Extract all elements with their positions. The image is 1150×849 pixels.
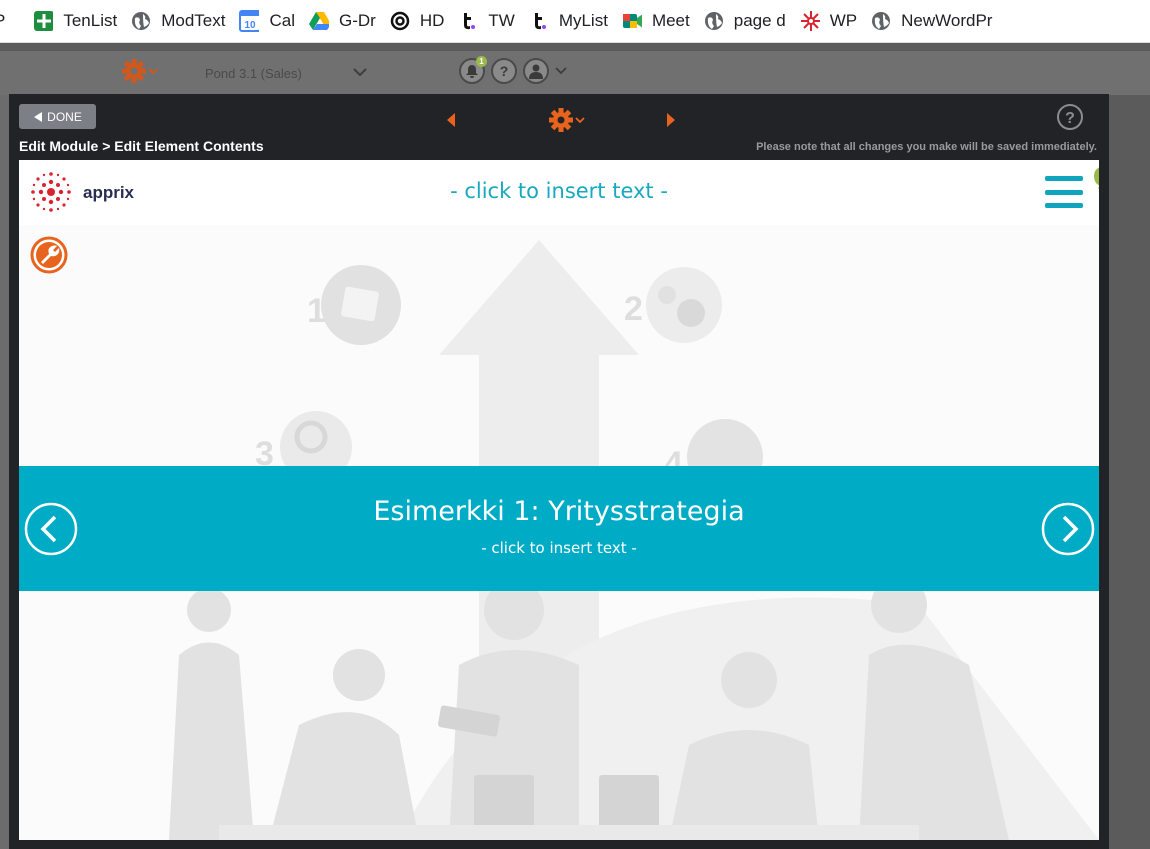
autosave-note: Please note that all changes you make wi… (756, 141, 1097, 153)
editor-help-button[interactable]: ? (1056, 103, 1084, 136)
bookmark-p[interactable]: P (0, 11, 5, 31)
snowflake-icon (800, 11, 820, 31)
add-element-bubble-icon[interactable] (1090, 163, 1099, 193)
bookmark-page-d[interactable]: page d (704, 11, 786, 31)
bookmark-label: Meet (651, 11, 690, 30)
bookmark-label: ModText (161, 11, 226, 30)
wrench-edit-icon[interactable] (29, 235, 69, 275)
header-text-placeholder[interactable]: - click to insert text - (19, 179, 1099, 203)
user-menu-button[interactable] (523, 58, 549, 84)
bookmark-label: MyList (558, 11, 608, 30)
gear-icon[interactable] (548, 106, 592, 134)
bookmark-meet[interactable]: Meet (622, 11, 690, 31)
hamburger-line (1045, 189, 1083, 195)
bookmark-label: TW (488, 11, 515, 30)
calendar-icon: 10 (239, 10, 260, 32)
t-icon (529, 11, 549, 31)
chevron-right-icon (1062, 515, 1079, 543)
notification-badge: 1 (476, 56, 487, 67)
slide-title[interactable]: Esimerkki 1: Yritysstrategia (19, 496, 1099, 527)
background-page-right (1109, 95, 1150, 849)
bookmark-modtext[interactable]: ModText (131, 11, 225, 31)
svg-text:2: 2 (624, 290, 643, 328)
meet-icon (622, 11, 642, 31)
bookmark-label: Cal (269, 11, 295, 30)
bookmark-label: P (0, 11, 5, 31)
bookmark-label: G-Dr (338, 11, 376, 30)
bookmark-label: HD (419, 11, 445, 30)
chevron-down-icon (575, 117, 585, 124)
help-icon: ? (1057, 104, 1083, 130)
slide-previous-button[interactable] (24, 502, 78, 556)
bookmark-tenlist[interactable]: TenList (33, 11, 117, 31)
google-drive-icon (308, 11, 329, 31)
edit-element-modal: DONE Edit Module > Edit Element Contents… (9, 94, 1109, 849)
chevron-left-icon (40, 515, 57, 543)
bookmark-cal[interactable]: 10 Cal (239, 10, 295, 32)
calendar-icon-text: 10 (245, 20, 257, 31)
bookmark-mylist[interactable]: MyList (529, 11, 608, 31)
help-icon: ? (499, 63, 509, 79)
slide-next-button[interactable] (1041, 502, 1095, 556)
globe-icon (131, 11, 151, 31)
bookmark-label: WP (829, 11, 858, 30)
triangle-left-icon (34, 111, 43, 122)
bookmark-label: TenList (63, 11, 118, 30)
done-button[interactable]: DONE (19, 104, 96, 129)
gear-menu[interactable] (120, 57, 160, 90)
hamburger-line (1045, 176, 1083, 181)
bookmark-hd[interactable]: HD (390, 11, 445, 31)
hamburger-menu-button[interactable] (1045, 176, 1083, 208)
t-icon (458, 11, 478, 31)
green-plus-icon (33, 11, 54, 31)
breadcrumb: Edit Module > Edit Element Contents (19, 138, 264, 154)
help-button[interactable]: ? (491, 58, 517, 84)
svg-text:1: 1 (307, 292, 326, 330)
globe-icon (871, 11, 891, 31)
module-header: apprix - click to insert text - (19, 160, 1099, 225)
bookmark-label: page d (733, 11, 786, 30)
bookmark-newwordpr[interactable]: NewWordPr (871, 11, 992, 31)
bookmark-label: NewWordPr (901, 11, 993, 30)
done-label: DONE (47, 109, 82, 124)
chevron-down-icon (148, 68, 158, 75)
bookmark-wp[interactable]: WP (800, 11, 857, 31)
chevron-down-icon[interactable] (352, 65, 368, 79)
slide-banner: Esimerkki 1: Yritysstrategia - click to … (19, 466, 1099, 591)
previous-arrow-icon[interactable] (445, 112, 457, 128)
user-avatar-icon (529, 64, 543, 79)
chevron-down-icon[interactable] (555, 66, 567, 76)
bell-icon (466, 65, 478, 78)
bookmarks-bar: P TenList ModText 10 Cal G-Dr HD TW (0, 0, 1150, 43)
app-top-bar: Pond 3.1 (Sales) 1 ? (0, 51, 1150, 95)
content-canvas: apprix - click to insert text - 1 2 3 4 … (19, 160, 1099, 840)
editor-help-glyph: ? (1065, 110, 1075, 127)
globe-icon (704, 11, 724, 31)
next-arrow-icon[interactable] (665, 112, 677, 128)
bookmark-gdr[interactable]: G-Dr (308, 11, 376, 31)
bookmark-tw[interactable]: TW (458, 11, 515, 31)
pond-selector-label[interactable]: Pond 3.1 (Sales) (205, 66, 302, 81)
gear-icon (122, 59, 158, 83)
slide-subtitle-placeholder[interactable]: - click to insert text - (19, 539, 1099, 557)
hero-section: 1 2 3 4 Esimerkki 1: Yritysstrategia - c… (19, 225, 1099, 840)
hamburger-line (1045, 203, 1083, 208)
notifications-button[interactable]: 1 (459, 56, 487, 84)
at-spiral-icon (390, 11, 410, 31)
